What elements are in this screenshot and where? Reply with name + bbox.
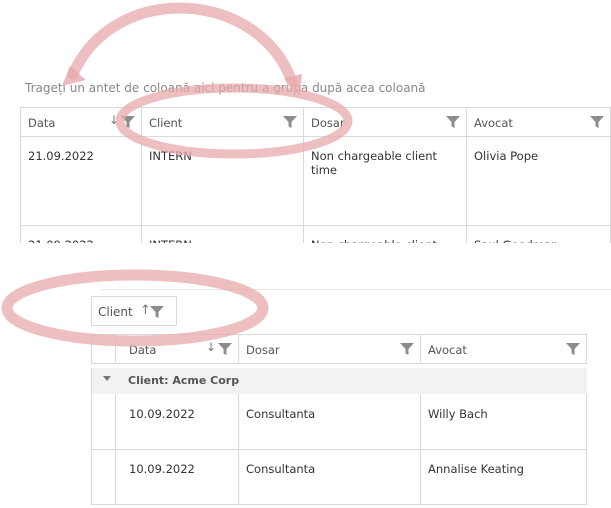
group-chip-label: Client [98,305,133,319]
filter-icon[interactable] [400,343,414,355]
table-cell-dosar[interactable]: Consultanta [238,394,421,450]
filter-icon[interactable] [218,343,232,355]
column-header-label: Dosar [311,116,345,130]
table-cell-date[interactable]: 21.09.2022 [20,225,142,243]
column-header-data[interactable]: Data ↓ [115,334,239,364]
table-cell-date[interactable]: 10.09.2022 [115,394,239,450]
column-header-label: Data [129,343,157,357]
section-divider [100,289,611,290]
annotation-arrow [67,2,298,88]
filter-icon[interactable] [121,116,135,128]
column-header-label: Avocat [474,116,513,130]
group-row-acme-corp[interactable]: Client: Acme Corp [91,368,587,394]
table-cell-client[interactable]: INTERN [141,136,304,226]
group-panel-hint[interactable]: Trageți un antet de coloană aici pentru … [25,81,426,95]
column-header-data[interactable]: Data ↓ [20,107,142,137]
table-cell-dosar[interactable]: Non chargeable client time [303,136,467,226]
sort-descending-icon[interactable]: ↓ [109,113,119,127]
group-indent-header [91,334,116,364]
table-cell-avocat[interactable]: Annalise Keating [420,449,587,505]
table-cell-avocat[interactable]: Saul Goodman [466,225,611,243]
column-header-dosar[interactable]: Dosar [238,334,421,364]
filter-icon[interactable] [446,116,460,128]
column-header-avocat[interactable]: Avocat [466,107,611,137]
table-cell-dosar[interactable]: Consultanta [238,449,421,505]
chevron-down-icon[interactable] [103,376,111,381]
sort-descending-icon[interactable]: ↓ [206,340,216,354]
grouped-grid: Data ↓ Dosar Avocat 10.09.2022 Consultan… [91,334,587,508]
top-grid: Data ↓ Client Dosar Avocat 21.09.2022 IN… [20,107,611,243]
page: Trageți un antet de coloană aici pentru … [0,0,611,508]
filter-icon[interactable] [590,116,604,128]
column-header-label: Data [28,116,56,130]
group-row-label: Client: Acme Corp [128,374,240,387]
filter-icon[interactable] [283,116,297,128]
filter-icon[interactable] [566,343,580,355]
table-cell-date[interactable]: 21.09.2022 [20,136,142,226]
filter-icon[interactable] [150,306,164,318]
group-chip-client[interactable]: Client ↑ [91,296,177,326]
column-header-label: Client [149,116,183,130]
group-indent-cell [91,449,116,505]
column-header-dosar[interactable]: Dosar [303,107,467,137]
column-header-avocat[interactable]: Avocat [420,334,587,364]
column-header-label: Avocat [428,343,467,357]
table-cell-avocat[interactable]: Willy Bach [420,394,587,450]
column-header-label: Dosar [246,343,280,357]
column-header-client[interactable]: Client [141,107,304,137]
table-cell-dosar[interactable]: Non chargeable client time [303,225,467,243]
table-cell-client[interactable]: INTERN [141,225,304,243]
group-indent-cell [91,394,116,450]
table-cell-avocat[interactable]: Olivia Pope [466,136,611,226]
table-cell-date[interactable]: 10.09.2022 [115,449,239,505]
